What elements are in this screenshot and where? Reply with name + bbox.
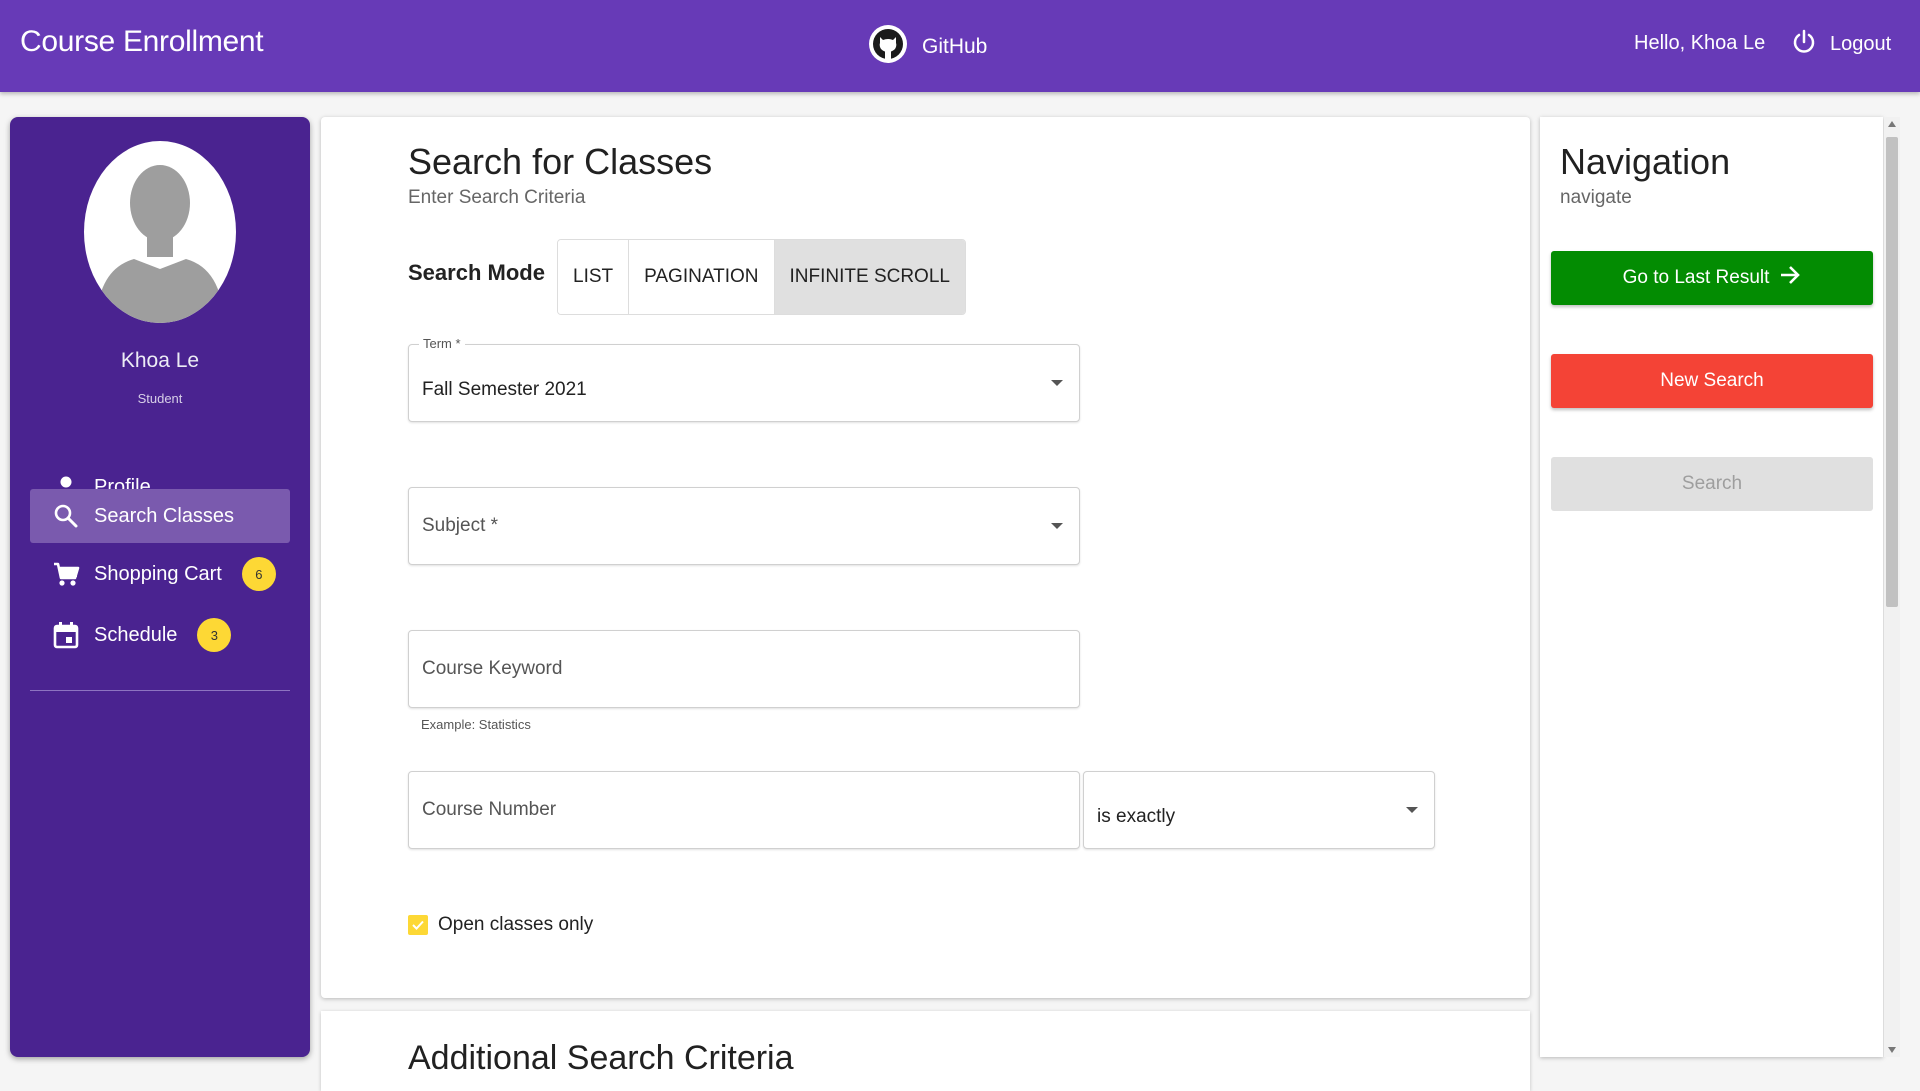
chevron-down-icon bbox=[1406, 807, 1418, 813]
operator-value: is exactly bbox=[1097, 806, 1176, 827]
new-search-button[interactable]: New Search bbox=[1551, 354, 1873, 408]
schedule-count-badge: 3 bbox=[197, 618, 232, 652]
search-card: Search for Classes Enter Search Criteria… bbox=[321, 117, 1530, 998]
sidebar-item-label: Search Classes bbox=[94, 504, 235, 527]
sidebar-item-label: Schedule bbox=[94, 623, 178, 646]
sidebar-item-schedule[interactable]: Schedule 3 bbox=[30, 608, 290, 662]
keyword-helper-text: Example: Statistics bbox=[421, 717, 531, 732]
page-title: Search for Classes bbox=[408, 141, 713, 182]
subject-select[interactable]: Subject * bbox=[408, 487, 1080, 565]
page-subtitle: Enter Search Criteria bbox=[408, 187, 586, 208]
avatar bbox=[84, 141, 236, 323]
navigation-subtitle: navigate bbox=[1560, 187, 1632, 208]
app-title: Course Enrollment bbox=[20, 25, 264, 58]
navigation-panel: Navigation navigate Go to Last Result Ne… bbox=[1540, 117, 1883, 1057]
logout-button[interactable]: Logout bbox=[1790, 28, 1891, 61]
page-scrollbar[interactable] bbox=[1884, 117, 1900, 1057]
additional-criteria-title: Additional Search Criteria bbox=[408, 1039, 794, 1077]
calendar-icon bbox=[52, 621, 80, 649]
logout-label: Logout bbox=[1830, 33, 1892, 55]
scroll-up-icon[interactable] bbox=[1888, 121, 1896, 127]
power-icon bbox=[1790, 28, 1818, 61]
github-link[interactable]: GitHub bbox=[868, 24, 987, 69]
mode-infinite-scroll-button[interactable]: INFINITE SCROLL bbox=[774, 240, 965, 314]
term-select[interactable]: Term * Fall Semester 2021 bbox=[408, 336, 1080, 422]
cart-icon bbox=[52, 560, 80, 588]
navigation-title: Navigation bbox=[1560, 141, 1731, 182]
course-number-placeholder: Course Number bbox=[422, 799, 557, 820]
open-classes-checkbox[interactable]: Open classes only bbox=[408, 914, 593, 936]
chevron-down-icon bbox=[1051, 380, 1063, 386]
scroll-down-icon[interactable] bbox=[1888, 1047, 1896, 1053]
search-button[interactable]: Search bbox=[1551, 457, 1873, 511]
course-keyword-input[interactable]: Course Keyword bbox=[408, 630, 1080, 708]
course-number-input[interactable]: Course Number bbox=[408, 771, 1080, 849]
mode-pagination-button[interactable]: PAGINATION bbox=[629, 240, 775, 314]
additional-criteria-card: Additional Search Criteria bbox=[321, 1011, 1530, 1091]
search-mode-toggle: LIST PAGINATION INFINITE SCROLL bbox=[557, 239, 966, 315]
go-to-last-result-label: Go to Last Result bbox=[1622, 267, 1770, 288]
new-search-label: New Search bbox=[1660, 370, 1764, 391]
cart-count-badge: 6 bbox=[241, 557, 276, 591]
search-mode-label: Search Mode bbox=[408, 260, 545, 285]
sidebar-item-search-classes[interactable]: Search Classes bbox=[30, 489, 290, 543]
search-label: Search bbox=[1681, 473, 1743, 494]
user-name: Khoa Le bbox=[120, 349, 200, 372]
github-label: GitHub bbox=[922, 34, 988, 58]
open-classes-label: Open classes only bbox=[438, 914, 594, 935]
sidebar: Khoa Le Student Profile Search Classes S… bbox=[10, 117, 310, 1057]
github-icon bbox=[868, 24, 908, 69]
arrow-right-icon bbox=[1779, 264, 1801, 292]
user-role: Student bbox=[137, 391, 183, 406]
go-to-last-result-button[interactable]: Go to Last Result bbox=[1551, 251, 1873, 305]
search-icon bbox=[52, 502, 80, 530]
term-legend: Term * bbox=[419, 336, 465, 351]
mode-list-button[interactable]: LIST bbox=[558, 240, 630, 314]
checkbox-checked-icon bbox=[408, 915, 428, 935]
sidebar-item-label: Shopping Cart bbox=[94, 562, 222, 585]
app-bar: Course Enrollment GitHub Hello, Khoa Le … bbox=[0, 0, 1920, 92]
subject-placeholder: Subject * bbox=[422, 515, 499, 536]
chevron-down-icon bbox=[1051, 523, 1063, 529]
course-number-operator-select[interactable]: is exactly bbox=[1083, 771, 1435, 849]
sidebar-divider bbox=[30, 690, 290, 691]
scrollbar-thumb[interactable] bbox=[1886, 137, 1898, 607]
sidebar-item-shopping-cart[interactable]: Shopping Cart 6 bbox=[30, 547, 290, 601]
term-value: Fall Semester 2021 bbox=[422, 379, 587, 400]
user-greeting: Hello, Khoa Le bbox=[1634, 32, 1766, 54]
keyword-placeholder: Course Keyword bbox=[422, 658, 563, 679]
